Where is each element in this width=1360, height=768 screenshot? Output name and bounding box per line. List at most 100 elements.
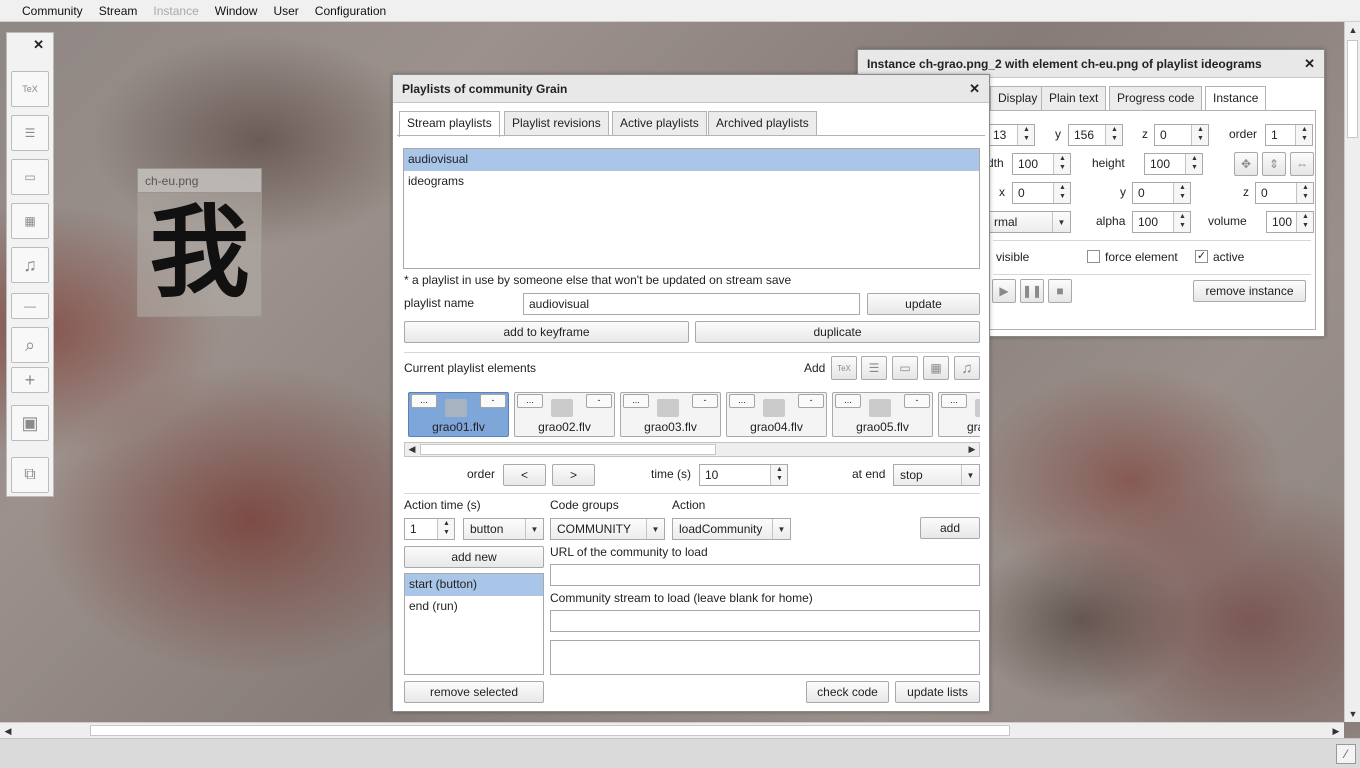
- tab-plain-text[interactable]: Plain text: [1041, 86, 1107, 110]
- scroll-right-icon[interactable]: ▶: [965, 443, 979, 456]
- elements-scroll-thumb[interactable]: [420, 444, 716, 455]
- code-groups-select[interactable]: COMMUNITY ▼: [550, 518, 665, 540]
- time-spinner[interactable]: 10 ▲ ▼: [699, 464, 788, 486]
- playlist-element[interactable]: ... - grao02.flv: [514, 392, 615, 437]
- music-note-icon[interactable]: ♫: [954, 356, 980, 380]
- tex-icon[interactable]: TeX: [831, 356, 857, 380]
- menu-configuration[interactable]: Configuration: [307, 4, 394, 18]
- close-icon[interactable]: ✕: [33, 37, 44, 53]
- scroll-up-icon[interactable]: ▲: [1346, 23, 1360, 37]
- add-action-button[interactable]: add: [920, 517, 980, 539]
- duplicate-button[interactable]: duplicate: [695, 321, 980, 343]
- playlist-name-input[interactable]: [523, 293, 860, 315]
- y-spinner[interactable]: 156 ▲ ▼: [1068, 124, 1123, 146]
- tab-archived-playlists[interactable]: Archived playlists: [708, 111, 817, 135]
- music-note-icon[interactable]: ♫: [11, 247, 49, 283]
- element-options-button[interactable]: ...: [517, 394, 543, 408]
- element-remove-button[interactable]: -: [904, 394, 930, 408]
- height-spinner[interactable]: 100 ▲ ▼: [1144, 153, 1203, 175]
- list-item[interactable]: audiovisual: [404, 149, 979, 171]
- text-document-icon[interactable]: ☰: [861, 356, 887, 380]
- list-item[interactable]: end (run): [405, 596, 543, 618]
- add-new-button[interactable]: add new: [404, 546, 544, 568]
- tab-display[interactable]: Display: [990, 86, 1046, 110]
- close-icon[interactable]: ✕: [969, 81, 980, 97]
- vertical-scrollbar[interactable]: ▲ ▼: [1344, 22, 1360, 722]
- vertical-scroll-thumb[interactable]: [1347, 40, 1358, 138]
- playlist-element[interactable]: ... - grao03.flv: [620, 392, 721, 437]
- menu-window[interactable]: Window: [207, 4, 266, 18]
- plus-zoom-icon[interactable]: +: [11, 367, 49, 393]
- tab-instance[interactable]: Instance: [1205, 86, 1267, 112]
- element-remove-button[interactable]: -: [586, 394, 612, 408]
- playlist-element[interactable]: ... - grao01.flv: [408, 392, 509, 437]
- rectangle-icon[interactable]: ▭: [11, 159, 49, 195]
- element-remove-button[interactable]: -: [692, 394, 718, 408]
- stage-element-preview[interactable]: ch-eu.png 我: [137, 168, 262, 317]
- vertical-resize-icon[interactable]: ⇕: [1262, 152, 1286, 176]
- element-options-button[interactable]: ...: [835, 394, 861, 408]
- play-icon[interactable]: ▶: [992, 279, 1016, 303]
- element-options-button[interactable]: ...: [729, 394, 755, 408]
- list-item[interactable]: start (button): [405, 574, 543, 596]
- code-textarea[interactable]: [550, 640, 980, 675]
- element-options-button[interactable]: ...: [411, 394, 437, 408]
- volume-spinner[interactable]: 100 ▲ ▼: [1266, 211, 1314, 233]
- pause-icon[interactable]: ❚❚: [1020, 279, 1044, 303]
- shape-icon[interactable]: ▣: [11, 405, 49, 441]
- scroll-left-icon[interactable]: ◀: [405, 443, 419, 456]
- tab-playlist-revisions[interactable]: Playlist revisions: [504, 111, 609, 135]
- order-next-button[interactable]: >: [552, 464, 595, 486]
- tab-active-playlists[interactable]: Active playlists: [612, 111, 707, 135]
- rectangle-icon[interactable]: ▭: [892, 356, 918, 380]
- action-select[interactable]: loadCommunity ▼: [672, 518, 791, 540]
- element-options-button[interactable]: ...: [623, 394, 649, 408]
- scroll-right-icon[interactable]: ▶: [1329, 724, 1343, 738]
- z2-spinner[interactable]: 0 ▲ ▼: [1255, 182, 1314, 204]
- element-options-button[interactable]: ...: [941, 394, 967, 408]
- elements-scrollbar[interactable]: ◀ ▶: [404, 442, 980, 457]
- remove-selected-button[interactable]: remove selected: [404, 681, 544, 703]
- check-code-button[interactable]: check code: [806, 681, 889, 703]
- playlist-element[interactable]: ...gra: [938, 392, 980, 437]
- community-stream-input[interactable]: [550, 610, 980, 632]
- element-remove-button[interactable]: -: [798, 394, 824, 408]
- tab-progress-code[interactable]: Progress code: [1109, 86, 1203, 110]
- element-remove-button[interactable]: -: [480, 394, 506, 408]
- community-url-input[interactable]: [550, 564, 980, 586]
- tab-stream-playlists[interactable]: Stream playlists: [399, 111, 500, 137]
- stop-icon[interactable]: ■: [1048, 279, 1072, 303]
- x2-spinner[interactable]: 0 ▲ ▼: [1012, 182, 1071, 204]
- minus-zoom-icon[interactable]: —: [11, 293, 49, 319]
- list-item[interactable]: ideograms: [404, 171, 979, 193]
- playlist-element[interactable]: ... - grao05.flv: [832, 392, 933, 437]
- menu-community[interactable]: Community: [14, 4, 91, 18]
- blend-mode-select[interactable]: rmal ▼: [987, 211, 1071, 233]
- alpha-spinner[interactable]: 100 ▲ ▼: [1132, 211, 1191, 233]
- at-end-select[interactable]: stop ▼: [893, 464, 980, 486]
- close-icon[interactable]: ✕: [1304, 56, 1315, 72]
- remove-instance-button[interactable]: remove instance: [1193, 280, 1306, 302]
- text-document-icon[interactable]: ☰: [11, 115, 49, 151]
- force-element-checkbox[interactable]: [1087, 250, 1100, 263]
- order-prev-button[interactable]: <: [503, 464, 546, 486]
- menu-stream[interactable]: Stream: [91, 4, 146, 18]
- video-clapper-icon[interactable]: ▦: [923, 356, 949, 380]
- z-spinner[interactable]: 0 ▲ ▼: [1154, 124, 1209, 146]
- horizontal-resize-icon[interactable]: ⇔: [1290, 152, 1314, 176]
- playlist-element[interactable]: ... - grao04.flv: [726, 392, 827, 437]
- resize-icon[interactable]: ⁄: [1336, 744, 1356, 764]
- scroll-down-icon[interactable]: ▼: [1346, 707, 1360, 721]
- magnifier-icon[interactable]: ⌕: [11, 327, 49, 363]
- update-button[interactable]: update: [867, 293, 980, 315]
- active-checkbox[interactable]: ✓: [1195, 250, 1208, 263]
- tex-icon[interactable]: TeX: [11, 71, 49, 107]
- trigger-select[interactable]: button ▼: [463, 518, 544, 540]
- action-time-spinner[interactable]: 1 ▲ ▼: [404, 518, 455, 540]
- video-clapper-icon[interactable]: ▦: [11, 203, 49, 239]
- y2-spinner[interactable]: 0 ▲ ▼: [1132, 182, 1191, 204]
- move-icon[interactable]: ✥: [1234, 152, 1258, 176]
- scroll-left-icon[interactable]: ◀: [1, 724, 15, 738]
- windows-icon[interactable]: ⧉: [11, 457, 49, 493]
- x-spinner[interactable]: 13 ▲ ▼: [987, 124, 1035, 146]
